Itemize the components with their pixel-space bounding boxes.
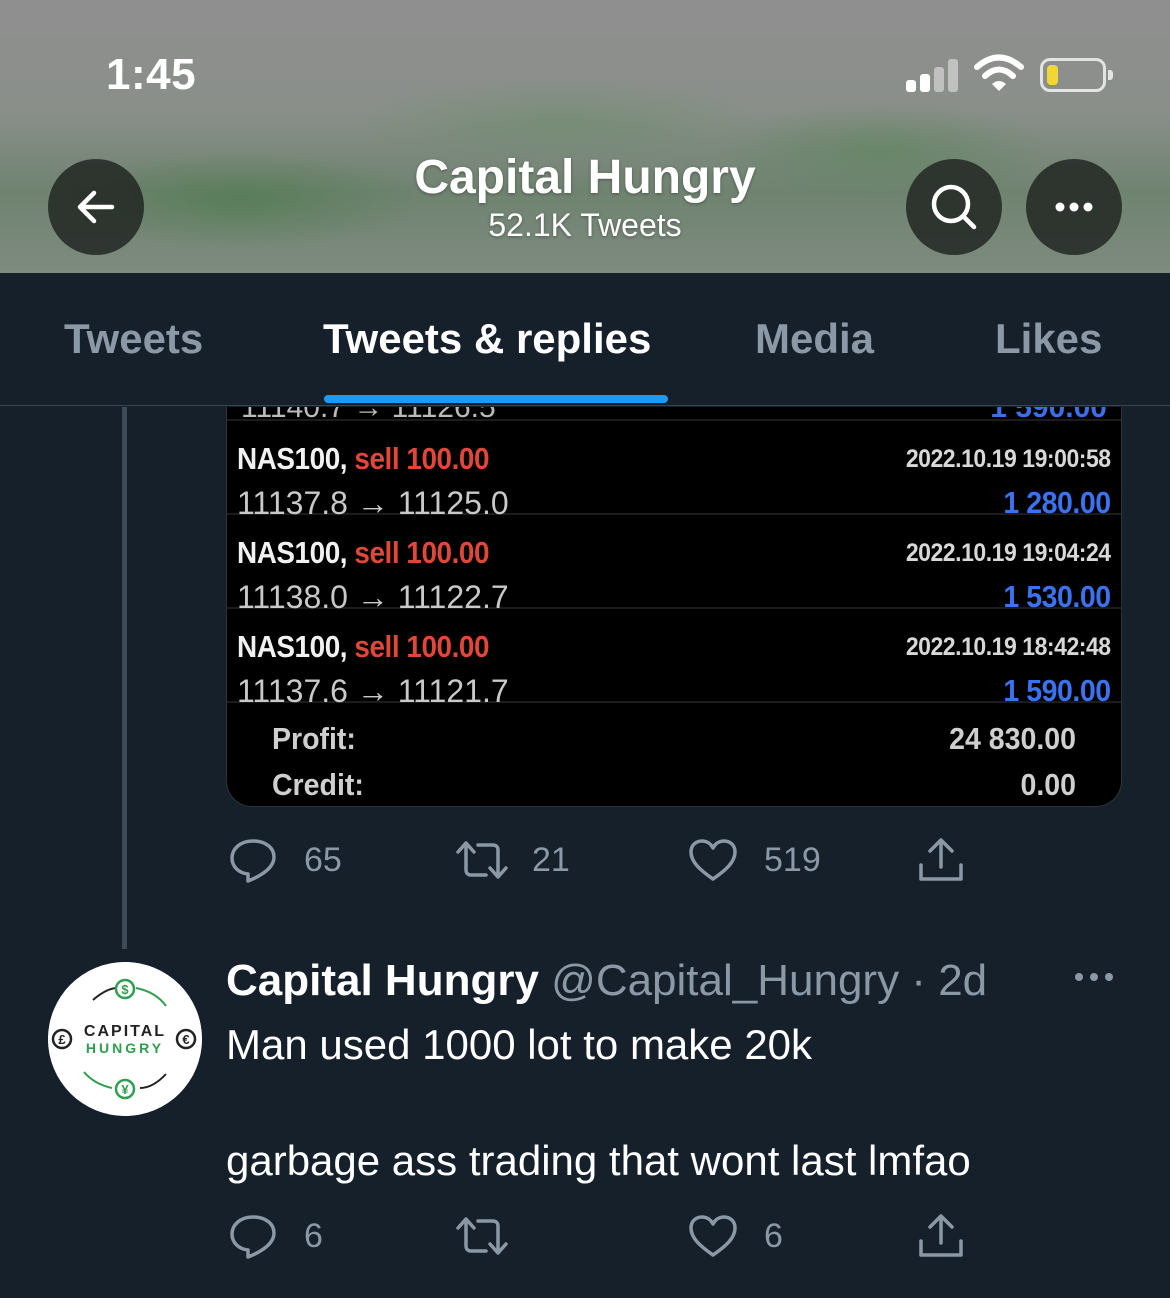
thread-line [122, 407, 127, 949]
trade-symbol: NAS100, [237, 535, 348, 570]
author-name[interactable]: Capital Hungry [226, 956, 539, 1005]
tweet-actions: 65 21 519 [226, 830, 986, 890]
search-button[interactable] [906, 159, 1002, 255]
wifi-icon [974, 54, 1024, 91]
trade-date: 2022.10.19 19:00:58 [906, 445, 1111, 473]
tweet-header: Capital Hungry @Capital_Hungry · 2d [226, 956, 987, 1006]
trade-profit: 1 590.00 [1003, 673, 1112, 708]
trade-symbol: NAS100, [237, 629, 348, 664]
heart-icon [689, 839, 737, 881]
trade-prices: 11137.6 → 11121.7 [237, 673, 509, 709]
svg-text:£: £ [58, 1032, 66, 1047]
tab-likes[interactable]: Likes [995, 315, 1102, 363]
retweet-button[interactable]: 21 [454, 830, 570, 890]
like-count: 6 [764, 1216, 783, 1255]
capital-hungry-logo: $ ¥ £ € CAPITAL HUNGRY [48, 962, 202, 1116]
svg-text:$: $ [121, 982, 129, 997]
retweet-count: 21 [532, 840, 570, 879]
retweet-button[interactable] [454, 1206, 536, 1266]
trade-date: 2022.10.19 19:04:24 [906, 539, 1111, 567]
svg-text:€: € [182, 1032, 189, 1047]
more-icon [1075, 973, 1113, 981]
trade-row: NAS100, sell 100.00 2022.10.19 19:00:58 … [227, 421, 1121, 521]
trade-row: NAS100, sell 100.00 2022.10.19 18:42:48 … [227, 609, 1121, 709]
trade-side: sell 100.00 [354, 629, 490, 664]
svg-text:CAPITAL: CAPITAL [84, 1023, 166, 1040]
share-icon [919, 838, 963, 881]
summary-value: 24 830.00 [949, 721, 1077, 756]
summary-label: Credit: [271, 767, 364, 802]
summary-label: Profit: [271, 721, 356, 756]
profile-banner: 1:45 Capital Hungry 52.1K Tweets [0, 0, 1170, 273]
trade-row: NAS100, sell 100.00 2022.10.19 19:04:24 … [227, 515, 1121, 615]
more-icon [1055, 202, 1093, 212]
trade-date: 2022.10.19 18:42:48 [906, 633, 1111, 661]
trade-symbol: NAS100, [237, 441, 348, 476]
share-button[interactable] [916, 830, 966, 890]
tab-media[interactable]: Media [755, 315, 874, 363]
cellular-signal-icon [906, 58, 960, 92]
trade-side: sell 100.00 [354, 535, 490, 570]
like-count: 519 [764, 840, 821, 879]
like-button[interactable]: 6 [688, 1206, 783, 1266]
trade-side: sell 100.00 [354, 441, 490, 476]
heart-icon [689, 1215, 737, 1257]
trade-row-partial: 11140.7 → 11126.5 1 590.00 [227, 407, 1121, 421]
tweet-more-button[interactable] [1072, 970, 1116, 988]
like-button[interactable]: 519 [688, 830, 821, 890]
tweet-image-trade-history[interactable]: 11140.7 → 11126.5 1 590.00 NAS100, sell … [226, 407, 1122, 807]
summary-value: 0.00 [1020, 767, 1077, 802]
tweet-actions: 6 6 [226, 1206, 986, 1266]
reply-button[interactable]: 6 [228, 1206, 323, 1266]
retweet-icon [456, 1217, 508, 1255]
retweet-icon [456, 841, 508, 879]
tweet-text-line: garbage ass trading that wont last lmfao [226, 1137, 971, 1184]
tweet-text: Man used 1000 lot to make 20k garbage as… [226, 1016, 1126, 1190]
tab-tweets[interactable]: Tweets [64, 315, 203, 363]
status-time: 1:45 [106, 50, 197, 99]
share-icon [919, 1214, 963, 1257]
svg-text:HUNGRY: HUNGRY [86, 1040, 164, 1056]
share-button[interactable] [916, 1206, 966, 1266]
reply-icon [230, 839, 276, 883]
author-handle-time: @Capital_Hungry · 2d [538, 956, 988, 1005]
avatar[interactable]: $ ¥ £ € CAPITAL HUNGRY [48, 962, 202, 1116]
reply-count: 6 [304, 1216, 323, 1255]
tweet-text-line: Man used 1000 lot to make 20k [226, 1021, 813, 1068]
tab-tweets-and-replies[interactable]: Tweets & replies [323, 315, 651, 363]
more-button[interactable] [1026, 159, 1122, 255]
active-tab-indicator [324, 395, 668, 403]
svg-text:¥: ¥ [121, 1082, 129, 1097]
reply-icon [230, 1215, 276, 1259]
profile-tabs: Tweets Tweets & replies Media Likes [0, 273, 1170, 406]
search-icon [931, 184, 977, 230]
battery-icon [1040, 58, 1113, 92]
reply-button[interactable]: 65 [228, 830, 342, 890]
reply-count: 65 [304, 840, 342, 879]
